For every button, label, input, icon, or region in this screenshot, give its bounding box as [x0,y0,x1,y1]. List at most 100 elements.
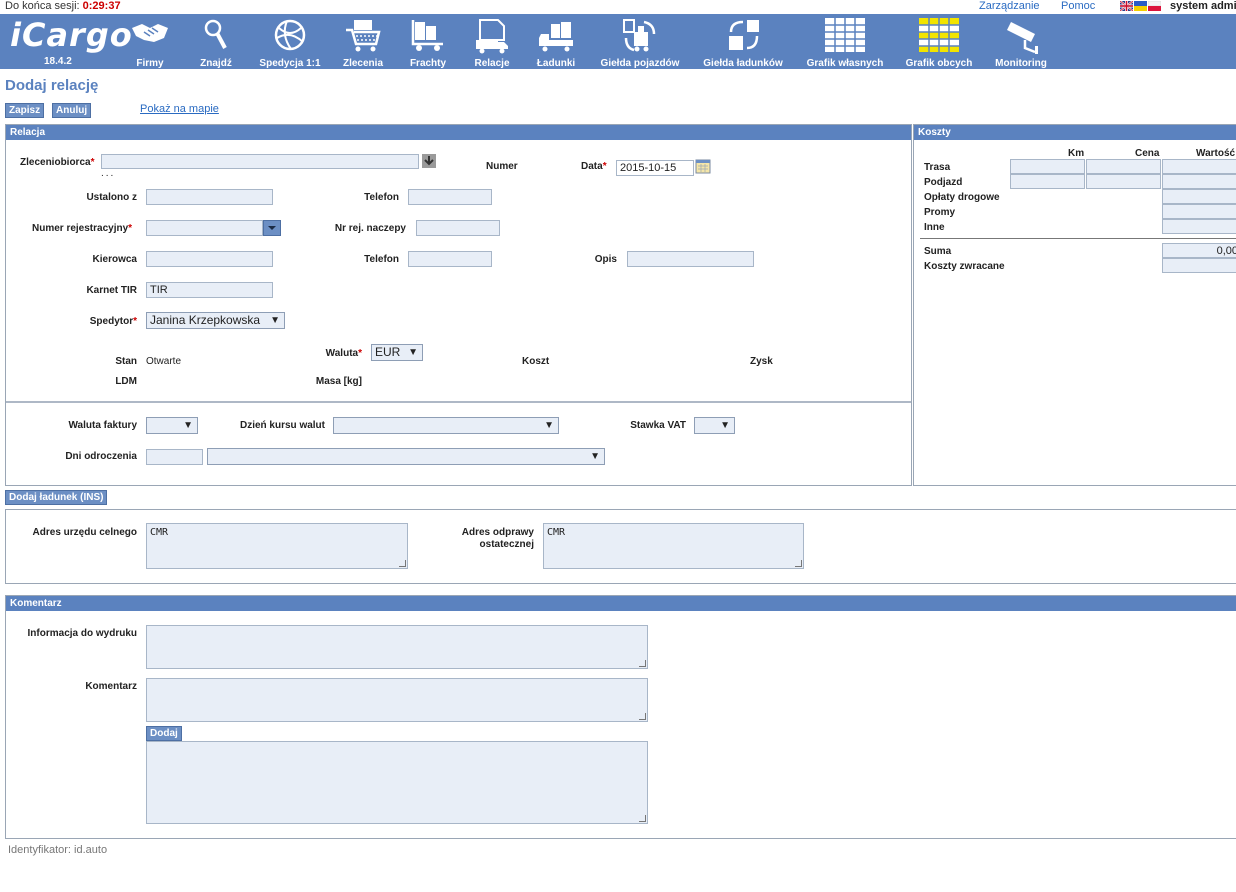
nav-monitoring[interactable]: Monitoring [992,14,1050,69]
driver-phone-input[interactable] [408,251,492,267]
help-link[interactable]: Pomoc [1061,0,1095,12]
agreed-with-label: Ustalono z [86,192,137,203]
vehicle-exchange-icon [623,19,656,52]
ukraine-flag-icon[interactable] [1134,1,1147,11]
status-value: Otwarte [146,356,182,367]
globe-icon [274,19,306,51]
cancel-button[interactable]: Anuluj [52,103,92,118]
select-arrow-icon: ▼ [590,451,600,462]
nav-znajdz[interactable]: Znajdź [196,14,236,69]
registration-dropdown-button[interactable] [263,220,281,236]
nav-gielda-ladunkow[interactable]: Giełda ładunków [697,14,789,69]
sum-value: 0,00 [1162,243,1236,258]
comment-history-textarea[interactable] [146,741,648,824]
session-timer: Do końca sesji: 0:29:37 [5,0,121,12]
exchange-rate-day-select[interactable]: ▼ [333,417,559,434]
mass-label: Masa [kg] [315,376,362,387]
chevron-down-icon [268,226,276,230]
route-value-input[interactable] [1162,159,1236,174]
icargo-logo[interactable]: iCargo 18.4.2 [6,16,132,68]
uk-flag-icon[interactable] [1120,1,1133,11]
tir-carnet-input[interactable]: TIR [146,282,273,298]
refunded-costs-label: Koszty zwracane [924,261,1005,272]
nav-grafik-wlasnych[interactable]: Grafik własnych [802,14,888,69]
approach-value-input[interactable] [1162,174,1236,189]
handshake-icon [132,24,168,42]
calendar-icon[interactable] [695,158,711,174]
cargo-truck-icon [539,22,573,52]
nav-gielda-pojazdow[interactable]: Giełda pojazdów [596,14,684,69]
date-input[interactable]: 2015-10-15 [616,160,694,176]
invoice-currency-select[interactable]: ▼ [146,417,198,434]
route-km-input[interactable] [1010,159,1085,174]
print-info-label: Informacja do wydruku [27,628,137,639]
customs-office-textarea[interactable]: CMR [146,523,408,569]
deferral-days-label: Dni odroczenia [65,451,137,462]
deferral-type-select[interactable]: ▼ [207,448,605,465]
select-arrow-icon: ▼ [720,420,730,431]
comment-panel-header: Komentarz [6,596,1236,611]
user-name[interactable]: system admi [1170,0,1236,12]
nav-ladunki[interactable]: Ładunki [534,14,578,69]
nav-frachty[interactable]: Frachty [406,14,450,69]
nav-firmy[interactable]: Firmy [128,14,172,69]
customs-office-label: Adres urzędu celnego [32,527,137,538]
approach-km-input[interactable] [1010,174,1085,189]
manage-link[interactable]: Zarządzanie [979,0,1040,12]
identifier-text: Identyfikator: id.auto [8,844,108,856]
freight-trolley-icon [411,20,443,51]
print-info-textarea[interactable] [146,625,648,669]
trailer-registration-label: Nr rej. naczepy [334,223,406,234]
road-fees-value-input[interactable] [1162,189,1236,204]
phone-input[interactable] [408,189,492,205]
schedule-grid-yellow-icon [919,18,959,52]
logo-text: iCargo [10,16,133,54]
final-clearance-textarea[interactable]: CMR [543,523,804,569]
trailer-registration-input[interactable] [416,220,500,236]
nav-relacje[interactable]: Relacje [470,14,514,69]
save-button[interactable]: Zapisz [5,103,45,118]
tir-carnet-label: Karnet TIR [86,285,137,296]
route-price-input[interactable] [1086,159,1161,174]
deferral-days-input[interactable] [146,449,203,465]
add-cargo-button[interactable]: Dodaj ładunek (INS) [5,490,108,505]
price-column-header: Cena [1135,148,1160,159]
costs-divider [920,238,1236,239]
nav-grafik-obcych[interactable]: Grafik obcych [900,14,978,69]
nav-zlecenia[interactable]: Zlecenia [340,14,386,69]
agreed-with-input[interactable] [146,189,273,205]
contractor-input[interactable] [101,154,419,169]
forwarder-label: Spedytor* [89,316,137,327]
currency-select[interactable]: EUR ▼ [371,344,423,361]
cctv-camera-icon [1007,22,1038,54]
contractor-label: Zleceniobiorca* [20,157,95,168]
download-arrow-icon[interactable] [422,154,436,168]
status-label: Stan [115,356,137,367]
profit-label: Zysk [750,356,773,367]
select-arrow-icon: ▼ [270,315,280,326]
add-comment-button[interactable]: Dodaj [146,726,182,741]
cost-row-label: Inne [924,222,945,233]
orders-cart-icon [346,20,381,52]
select-arrow-icon: ▼ [544,420,554,431]
comment-textarea[interactable] [146,678,648,722]
refunded-costs-input[interactable] [1162,258,1236,273]
description-input[interactable] [627,251,754,267]
ferries-value-input[interactable] [1162,204,1236,219]
other-value-input[interactable] [1162,219,1236,234]
vat-rate-select[interactable]: ▼ [694,417,735,434]
approach-price-input[interactable] [1086,174,1161,189]
poland-flag-icon[interactable] [1148,1,1161,11]
forwarder-select[interactable]: Janina Krzepkowska ▼ [146,312,285,329]
page-title: Dodaj relację [5,77,99,94]
value-column-header: Wartość [1196,148,1236,159]
cost-row-label: Opłaty drogowe [924,192,1000,203]
driver-input[interactable] [146,251,273,267]
relation-separator [6,401,911,403]
registration-input[interactable] [146,220,263,236]
nav-spedycja[interactable]: Spedycja 1:1 [255,14,325,69]
show-on-map-link[interactable]: Pokaż na mapie [140,103,219,115]
driver-phone-label: Telefon [364,254,399,265]
cost-row-label: Trasa [924,162,951,173]
magnifier-icon [204,19,227,49]
